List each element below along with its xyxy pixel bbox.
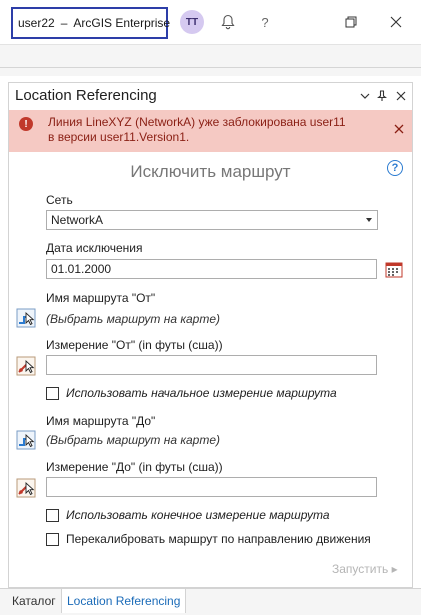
error-icon: ! [19, 117, 33, 131]
restore-icon[interactable] [344, 11, 358, 33]
pane-title: Location Referencing [15, 87, 157, 104]
select-from-measure-icon[interactable] [16, 356, 36, 376]
tab-catalog[interactable]: Каталог [7, 589, 61, 613]
pane-close-icon[interactable] [393, 87, 409, 105]
to-measure-label: Измерение "До" (in футы (сша)) [46, 460, 223, 474]
close-icon[interactable] [389, 11, 403, 33]
to-measure-input[interactable] [46, 477, 377, 497]
help-icon[interactable]: ? [258, 11, 272, 33]
to-route-label: Имя маршрута "До" [46, 414, 156, 428]
ribbon-area [0, 44, 421, 76]
user-portal-label[interactable]: user22 – ArcGIS Enterprise [11, 7, 171, 39]
avatar[interactable]: TT [180, 10, 204, 34]
use-end-measure-row[interactable]: Использовать конечное измерение маршрута [46, 507, 330, 523]
title-bar: user22 – ArcGIS Enterprise TT ? [0, 0, 421, 44]
network-select[interactable]: NetworkA [46, 210, 378, 230]
calendar-icon[interactable] [385, 261, 403, 278]
banner-close-icon[interactable] [392, 122, 406, 136]
title-separator: – [60, 16, 68, 30]
network-label: Сеть [46, 193, 73, 207]
use-end-measure-checkbox[interactable] [46, 508, 59, 522]
ribbon-divider [0, 67, 421, 68]
pin-icon[interactable] [374, 87, 390, 105]
dropdown-caret-icon [366, 218, 372, 222]
date-label: Дата исключения [46, 241, 143, 255]
from-route-hint: (Выбрать маршрут на карте) [46, 312, 220, 326]
run-button[interactable]: Запустить ▸ [332, 562, 398, 576]
network-select-value: NetworkA [51, 213, 104, 227]
select-to-measure-icon[interactable] [16, 478, 36, 498]
tool-title: Исключить маршрут [130, 162, 291, 181]
to-route-hint: (Выбрать маршрут на карте) [46, 433, 220, 447]
error-message-line2: в версии user11.Version1. [48, 130, 190, 144]
select-from-route-icon[interactable] [16, 308, 36, 328]
use-start-measure-row[interactable]: Использовать начальное измерение маршрут… [46, 385, 337, 401]
use-start-measure-label: Использовать начальное измерение маршрут… [66, 386, 337, 400]
from-measure-label: Измерение "От" (in футы (сша)) [46, 338, 223, 352]
bell-icon[interactable] [219, 11, 237, 33]
location-referencing-pane: Location Referencing ! Линия LineXYZ (Ne… [8, 82, 413, 588]
pane-header: Location Referencing [9, 83, 412, 109]
tab-location-referencing[interactable]: Location Referencing [61, 589, 187, 613]
portal-name: ArcGIS Enterprise [73, 16, 171, 30]
recalibrate-checkbox[interactable] [46, 532, 59, 546]
date-input[interactable]: 01.01.2000 [46, 259, 377, 279]
tool-help-icon[interactable]: ? [387, 160, 403, 176]
recalibrate-label: Перекалибровать маршрут по направлению д… [66, 532, 371, 546]
from-route-label: Имя маршрута "От" [46, 291, 156, 305]
select-to-route-icon[interactable] [16, 430, 36, 450]
bottom-tab-bar: Каталог Location Referencing [0, 588, 421, 615]
use-start-measure-checkbox[interactable] [46, 386, 59, 400]
from-measure-input[interactable] [46, 355, 377, 375]
use-end-measure-label: Использовать конечное измерение маршрута [66, 508, 330, 522]
error-message-line1: Линия LineXYZ (NetworkA) уже заблокирова… [48, 115, 346, 129]
error-banner: ! Линия LineXYZ (NetworkA) уже заблокиро… [9, 110, 412, 152]
user-name: user22 [18, 16, 55, 30]
error-message: Линия LineXYZ (NetworkA) уже заблокирова… [48, 115, 378, 145]
chevron-down-icon[interactable] [357, 87, 373, 105]
recalibrate-row[interactable]: Перекалибровать маршрут по направлению д… [46, 531, 371, 547]
